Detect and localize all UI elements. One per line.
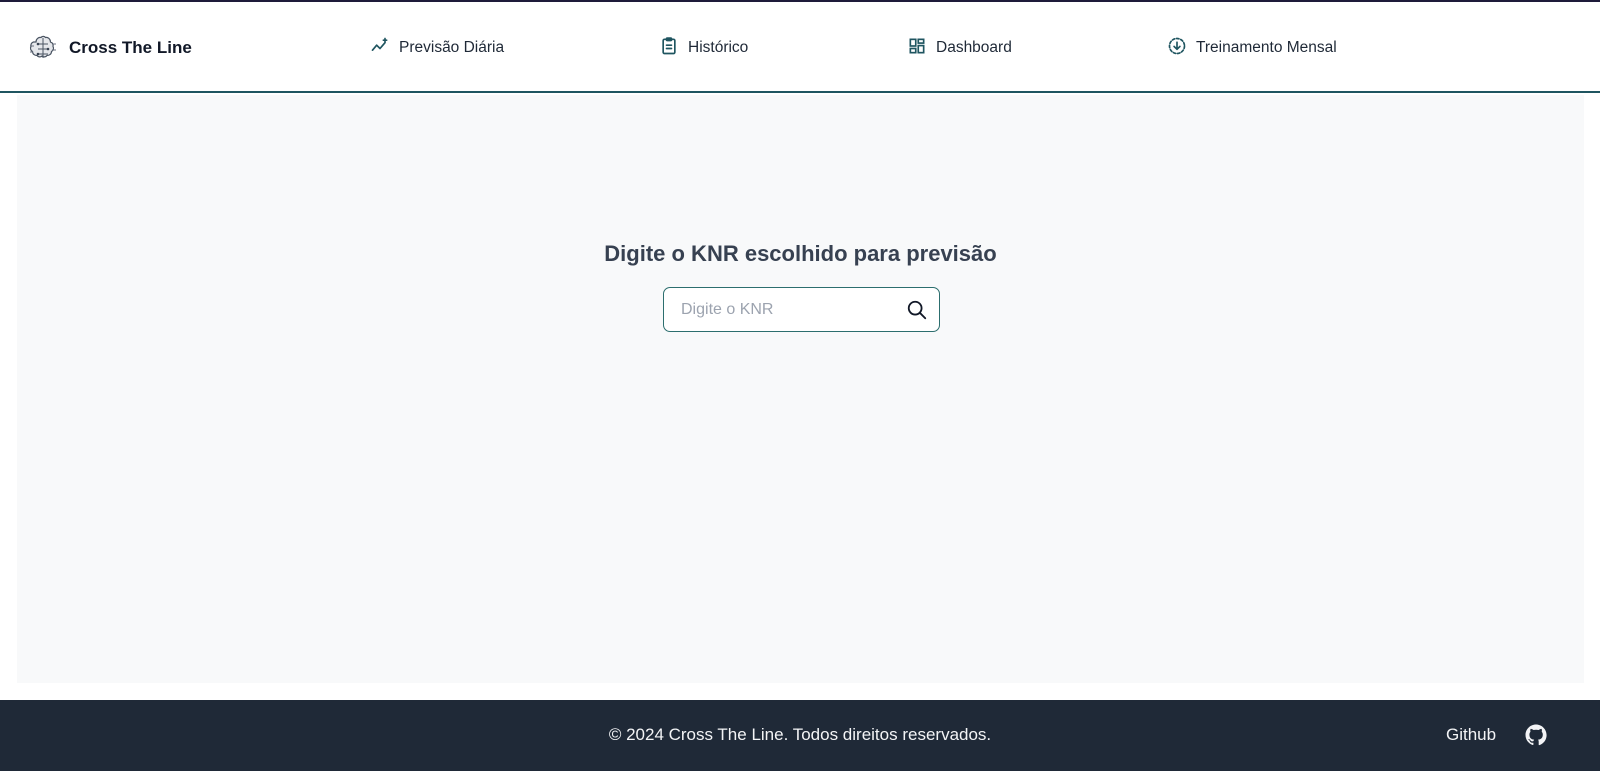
search-box xyxy=(663,287,940,332)
nav-item-treinamento-mensal[interactable]: Treinamento Mensal xyxy=(1167,36,1337,60)
github-icon[interactable] xyxy=(1524,723,1548,747)
navbar: Cross The Line Previsão Diária Histórico xyxy=(0,2,1600,93)
brand-name: Cross The Line xyxy=(69,38,192,57)
dashboard-icon xyxy=(907,36,927,61)
nav-item-previsao-diaria[interactable]: Previsão Diária xyxy=(370,36,504,60)
download-circle-icon xyxy=(1167,36,1187,61)
copyright-text: © 2024 Cross The Line. Todos direitos re… xyxy=(608,725,992,744)
nav-item-historico[interactable]: Histórico xyxy=(659,36,748,60)
trend-sparkle-icon xyxy=(370,36,390,61)
clipboard-icon xyxy=(659,36,679,61)
search-icon[interactable] xyxy=(905,298,929,322)
github-link[interactable]: Github xyxy=(1446,725,1496,745)
nav-label: Treinamento Mensal xyxy=(1196,39,1337,56)
brain-circuit-icon xyxy=(27,32,59,64)
main-content: Digite o KNR escolhido para previsão xyxy=(17,95,1584,683)
nav-label: Dashboard xyxy=(936,39,1012,56)
knr-search-input[interactable] xyxy=(681,289,901,330)
brand-link[interactable]: Cross The Line xyxy=(27,31,192,65)
page-title: Digite o KNR escolhido para previsão xyxy=(604,241,997,266)
footer: © 2024 Cross The Line. Todos direitos re… xyxy=(0,700,1600,771)
nav-label: Histórico xyxy=(688,39,749,56)
nav-item-dashboard[interactable]: Dashboard xyxy=(907,36,1012,60)
nav-label: Previsão Diária xyxy=(399,39,505,56)
